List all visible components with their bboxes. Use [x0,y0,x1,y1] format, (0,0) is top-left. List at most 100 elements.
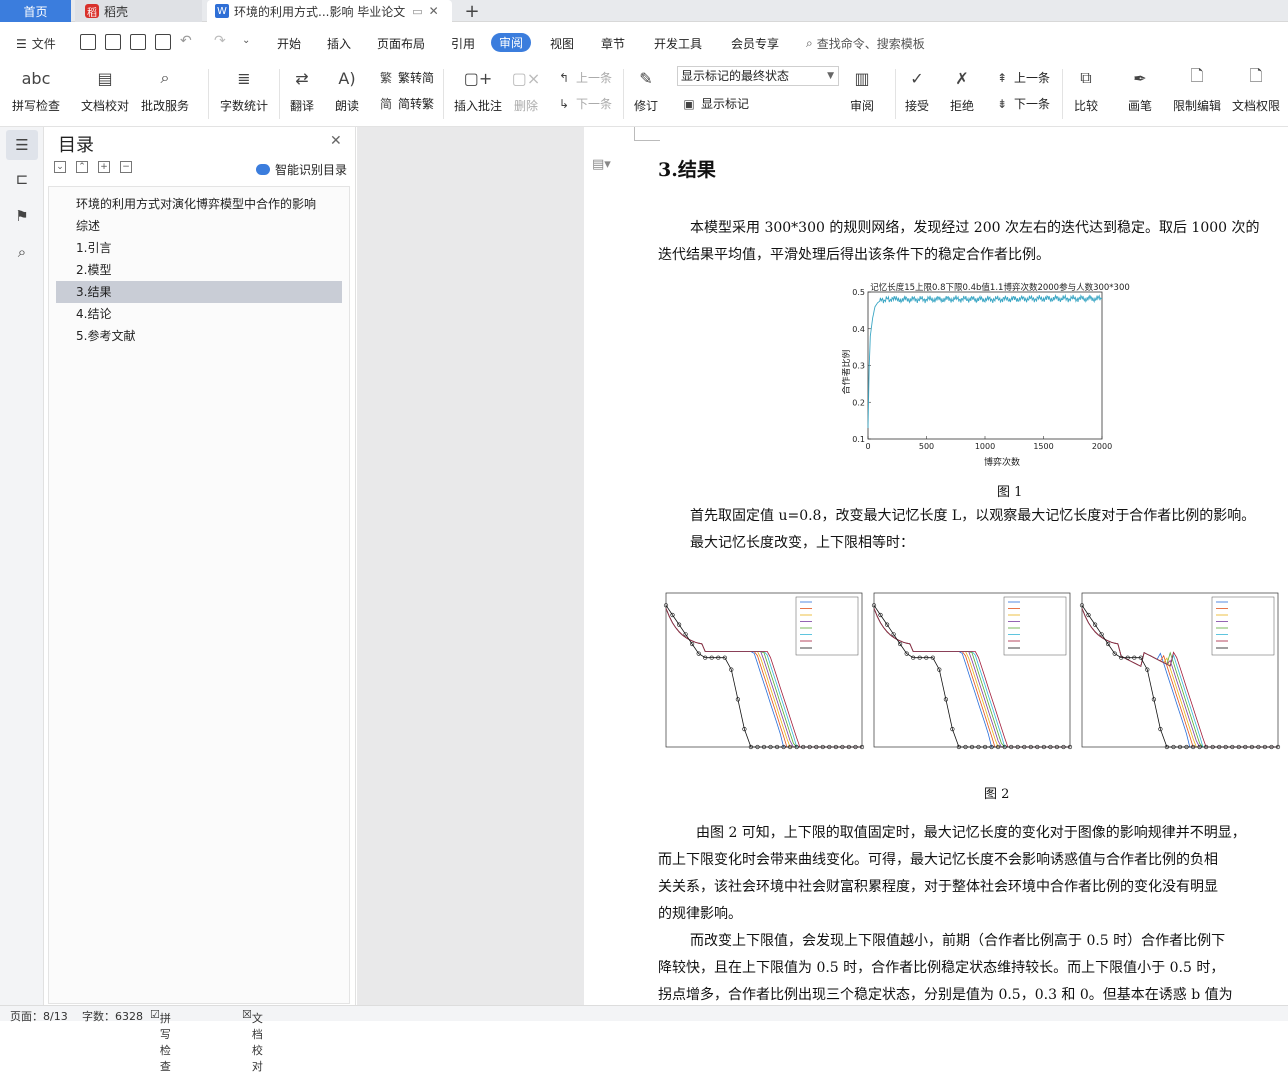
prev-change-button[interactable]: ⇞ 上一条 [994,69,1050,86]
close-tab-icon[interactable]: ✕ [429,4,439,18]
print-icon[interactable] [130,34,146,50]
toc-toolbar: ⌄ ⌃ + − [54,161,132,173]
prev-comment-button[interactable]: ↰ 上一条 [556,69,612,86]
spell-check-button[interactable]: abc 拼写检查 [12,65,60,114]
print-preview-icon[interactable] [155,34,171,50]
new-tab-button[interactable]: + [462,0,482,22]
document-page[interactable]: ▤▾ 3.结果 本模型采用 300*300 的规则网络，发现经过 200 次左右… [584,127,1288,1005]
paragraph-line: 由图 2 可知，上下限的取值固定时，最大记忆长度的变化对于图像的影响规律并不明显… [696,825,1246,841]
reject-icon: ✗ [955,68,969,88]
toc-title: 目录 [58,135,94,156]
tab-document[interactable]: W 环境的利用方式...影响 毕业论文 ▭ ✕ [207,0,452,22]
word-count-indicator[interactable]: 字数：6328 [82,1008,143,1024]
quick-access-dropdown-icon[interactable]: ⌄ [242,35,250,46]
document-gutter [357,127,584,1005]
panel-legend [1003,596,1067,656]
paragraph-line: 关关系，该社会环境中社会财富积累程度，对于整体社会环境中合作者比例的变化没有明显 [658,879,1218,895]
navigation-icon[interactable]: ⊏ [12,169,32,189]
insert-comment-button[interactable]: ▢+ 插入批注 [454,65,502,114]
markup-mode-value: 显示标记的最终状态 [681,69,790,83]
accept-button[interactable]: ✓ 接受 [904,65,930,114]
toc-item[interactable]: 综述 [56,215,342,237]
doc-check-label: 文档校对 [81,99,130,113]
tab-view[interactable]: 视图 [550,35,574,52]
bookmark-icon[interactable]: ⚑ [12,206,32,226]
export-pdf-icon[interactable] [105,34,121,50]
read-aloud-button[interactable]: A) 朗读 [334,65,360,114]
tab-page-layout[interactable]: 页面布局 [377,35,425,52]
expand-icon[interactable]: ⌃ [76,161,88,173]
file-menu[interactable]: ☰ 文件 [16,35,56,52]
read-aloud-icon: A) [338,68,356,88]
reject-button[interactable]: ✗ 拒绝 [949,65,975,114]
figure-caption: 图 1 [997,485,1023,500]
translate-button[interactable]: ⇄ 翻译 [289,65,315,114]
spell-check-status[interactable]: ☑ 拼写检查 [150,1008,171,1073]
toc-item[interactable]: 4.结论 [56,303,342,325]
toc-item[interactable]: 环境的利用方式对演化博弈模型中合作的影响 [56,193,342,215]
toc-item[interactable]: 2.模型 [56,259,342,281]
word-count-button[interactable]: ≣ 字数统计 [220,65,268,114]
doc-check-button[interactable]: ▤ 文档校对 [81,65,129,114]
chart-axes: 0 500 1000 1500 2000 0.1 0.2 0.3 0.4 0.5 [852,288,1112,451]
remove-icon[interactable]: − [120,161,132,173]
toc-item-selected[interactable]: 3.结果 [56,281,342,303]
review-ribbon: abc 拼写检查 ▤ 文档校对 ⌕ 批改服务 ≣ 字数统计 ⇄ 翻译 A) 朗读 繁繁转简 … [0,61,1288,127]
smart-toc-button[interactable]: 智能识别目录 [256,161,347,178]
separator [279,69,280,119]
daoke-logo-icon: 稻 [85,4,99,19]
document-icon[interactable]: ▤▾ [592,157,611,172]
page-indicator[interactable]: 页面：8/13 [10,1008,68,1024]
revise-label: 修订 [633,99,658,113]
tab-review[interactable]: 审阅 [491,33,532,52]
tab-home[interactable]: 首页 [0,0,71,22]
tab-start[interactable]: 开始 [277,35,301,52]
pen-button[interactable]: ✒ 画笔 [1127,65,1153,114]
translate-icon: ⇄ [295,68,309,88]
undo-icon[interactable]: ↶ [180,33,192,49]
show-marks-icon: ▣ [683,96,695,111]
revise-icon: ✎ [639,68,653,88]
page-corner-mark [634,127,660,141]
tab-daoke[interactable]: 稻稻壳 [75,0,202,22]
toc-panel-icon[interactable]: ☰ [6,130,38,160]
spell-check-status-label: 拼写检查 [159,1012,171,1073]
figure-1-chart: 记忆长度15上限0.8下限0.4b值1.1博弈次数2000参与人数300*300… [842,282,1130,468]
tab-member[interactable]: 会员专享 [731,35,779,52]
toc-item[interactable]: 5.参考文献 [56,325,342,347]
doc-check-status[interactable]: ☒ 文档校对 [242,1008,263,1073]
command-search[interactable]: ⌕ 查找命令、搜索模板 [806,35,925,52]
markup-mode-select[interactable]: 显示标记的最终状态 ▼ [677,66,839,86]
monitor-icon[interactable]: ▭ [412,5,422,18]
simp-to-trad-button[interactable]: 简简转繁 [378,95,434,112]
next-comment-button[interactable]: ↳ 下一条 [556,95,612,112]
paragraph-line: 而上下限变化时会带来曲线变化。可得，最大记忆长度不会影响诱惑值与合作者比例的负相 [658,852,1218,868]
restrict-edit-button[interactable]: 🗋 限制编辑 [1173,65,1221,114]
tab-references[interactable]: 引用 [451,35,475,52]
paragraph-line: 而改变上下限值，会发现上下限值越小，前期（合作者比例高于 0.5 时）合作者比例… [690,933,1226,949]
review-service-button[interactable]: ⌕ 批改服务 [141,65,189,114]
separator [895,69,896,119]
next-change-button[interactable]: ⇟ 下一条 [994,95,1050,112]
show-marks-button[interactable]: ▣ 显示标记 [681,95,749,112]
tab-chapter[interactable]: 章节 [601,35,625,52]
save-icon[interactable] [80,34,96,50]
delete-comment-button[interactable]: ▢× 删除 [512,65,541,114]
tab-developer[interactable]: 开发工具 [654,35,702,52]
add-icon[interactable]: + [98,161,110,173]
doc-rights-button[interactable]: 🗋 文档权限 [1232,65,1280,114]
review-pane-icon: ▥ [854,68,870,88]
compare-button[interactable]: ⧉ 比较 [1073,65,1099,114]
toc-item[interactable]: 1.引言 [56,237,342,259]
revise-button[interactable]: ✎ 修订 [633,65,659,114]
search-icon[interactable]: ⌕ [12,242,32,262]
command-search-label: 查找命令、搜索模板 [816,37,925,51]
redo-icon[interactable]: ↷ [214,33,226,49]
tab-insert[interactable]: 插入 [327,35,351,52]
collapse-icon[interactable]: ⌄ [54,161,66,173]
x-tick-label: 2000 [1092,442,1112,451]
trad-to-simp-button[interactable]: 繁繁转简 [378,69,434,86]
chevron-down-icon: ▼ [827,71,834,81]
review-pane-button[interactable]: ▥ 审阅 [849,65,875,114]
close-icon[interactable]: ✕ [330,133,342,149]
